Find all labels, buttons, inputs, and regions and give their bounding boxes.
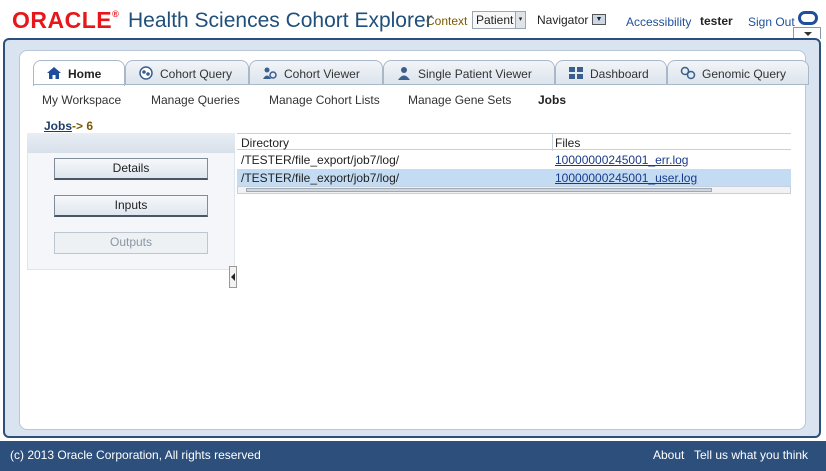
home-icon: [46, 66, 62, 80]
dashboard-icon: [568, 66, 584, 80]
subnav-jobs[interactable]: Jobs: [538, 93, 566, 107]
tab-cohort-viewer[interactable]: Cohort Viewer: [249, 60, 383, 85]
column-header-directory[interactable]: Directory: [241, 136, 289, 150]
tab-single-patient-viewer[interactable]: Single Patient Viewer: [383, 60, 555, 85]
column-header-files[interactable]: Files: [555, 136, 580, 150]
horizontal-scrollbar[interactable]: [237, 186, 791, 194]
scrollbar-thumb[interactable]: [246, 188, 712, 192]
subnav-manage-gene-sets[interactable]: Manage Gene Sets: [408, 93, 511, 107]
column-divider: [552, 134, 553, 151]
navigator-dropdown-icon[interactable]: ▼: [592, 14, 606, 25]
context-select[interactable]: Patient ▾: [472, 11, 526, 29]
cohort-viewer-icon: [262, 66, 278, 80]
breadcrumb-current: -> 6: [72, 119, 94, 133]
job-detail-nav: Details Inputs Outputs: [27, 133, 235, 270]
context-value: Patient: [476, 13, 514, 27]
tab-divider: [33, 84, 809, 85]
sign-out-link[interactable]: Sign Out: [748, 15, 795, 29]
tab-home[interactable]: Home: [33, 60, 125, 86]
table-header: Directory Files: [237, 133, 791, 151]
inputs-button[interactable]: Inputs: [54, 195, 208, 217]
content-panel: Home Cohort Query Cohort Viewer Single P…: [19, 50, 809, 430]
directory-cell: /TESTER/file_export/job7/log/: [241, 153, 400, 167]
breadcrumb-jobs-link[interactable]: Jobs: [44, 119, 72, 133]
file-link[interactable]: 10000000245001_user.log: [555, 171, 697, 185]
panel-header: [27, 133, 235, 153]
main-frame: Home Cohort Query Cohort Viewer Single P…: [3, 38, 821, 438]
tab-genomic-query[interactable]: Genomic Query: [667, 60, 809, 85]
chevron-down-icon: ▾: [515, 12, 525, 28]
subnav-manage-queries[interactable]: Manage Queries: [151, 93, 240, 107]
copyright-text: (c) 2013 Oracle Corporation, All rights …: [10, 448, 261, 462]
subnav-my-workspace[interactable]: My Workspace: [42, 93, 121, 107]
feedback-link[interactable]: Tell us what you think: [694, 448, 808, 462]
app-footer: (c) 2013 Oracle Corporation, All rights …: [0, 441, 826, 471]
collapse-panel-icon[interactable]: [229, 266, 237, 288]
app-header: ORACLE® Health Sciences Cohort Explorer …: [0, 0, 826, 39]
breadcrumb: Jobs-> 6: [44, 119, 93, 133]
table-row[interactable]: /TESTER/file_export/job7/log/ 1000000024…: [237, 151, 791, 168]
oracle-o-icon: [798, 11, 818, 25]
app-title: Health Sciences Cohort Explorer: [128, 9, 433, 32]
tab-dashboard[interactable]: Dashboard: [555, 60, 667, 85]
directory-cell: /TESTER/file_export/job7/log/: [241, 171, 400, 185]
details-button[interactable]: Details: [54, 158, 208, 180]
genomic-query-icon: [680, 66, 696, 80]
sub-navigation: My Workspace Manage Queries Manage Cohor…: [20, 87, 807, 109]
accessibility-link[interactable]: Accessibility: [626, 15, 691, 29]
table-row-selected[interactable]: /TESTER/file_export/job7/log/ 1000000024…: [237, 169, 791, 186]
oracle-logo: ORACLE®: [12, 7, 120, 33]
outputs-button: Outputs: [54, 232, 208, 254]
cohort-query-icon: [138, 66, 154, 80]
tab-cohort-query[interactable]: Cohort Query: [125, 60, 249, 85]
username: tester: [700, 14, 733, 28]
file-link[interactable]: 10000000245001_err.log: [555, 153, 688, 167]
subnav-manage-cohort-lists[interactable]: Manage Cohort Lists: [269, 93, 380, 107]
navigator-label: Navigator: [537, 13, 589, 27]
about-link[interactable]: About: [653, 448, 684, 462]
context-label: Context: [426, 14, 468, 28]
panel-body: Details Inputs Outputs: [27, 153, 235, 270]
patient-icon: [396, 66, 412, 80]
